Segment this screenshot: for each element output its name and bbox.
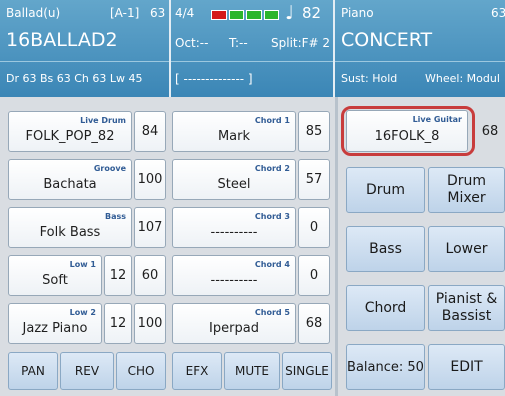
wheel-mode: Wheel: Modul	[425, 72, 500, 85]
panel-divider	[335, 97, 338, 396]
style-name: 16BALLAD2	[6, 29, 118, 51]
track-category: Chord 1	[254, 116, 290, 125]
transpose-value: T:--	[229, 36, 248, 50]
sustain-mode: Sust: Hold	[341, 72, 398, 85]
time-signature: 4/4	[175, 6, 195, 20]
track-chord3-button[interactable]: Chord 3 ----------	[172, 207, 296, 248]
track-voice-name: FOLK_POP_82	[25, 129, 115, 144]
style-number: 63	[150, 6, 166, 20]
track-voice-name: Iperpad	[209, 321, 259, 336]
tempo-panel[interactable]: 4/4 ♩ 82 Oct:-- T:-- Split:F# 2 [ ------…	[171, 0, 335, 97]
divider	[171, 61, 333, 62]
split-value: Split:F# 2	[271, 36, 331, 50]
track-volume-low2[interactable]: 100	[134, 303, 166, 344]
chord-button[interactable]: Chord	[346, 285, 425, 331]
track-voice-name: Folk Bass	[39, 225, 101, 240]
track-category: Chord 5	[254, 308, 290, 317]
divider	[0, 61, 169, 62]
beat-led-3	[246, 10, 262, 20]
single-button[interactable]: SINGLE	[282, 352, 332, 390]
track-low1-button[interactable]: Low 1 Soft	[8, 255, 102, 296]
track-volume-groove[interactable]: 100	[134, 159, 166, 200]
track-voice-name: 16FOLK_8	[374, 129, 440, 144]
track-volume-chord3[interactable]: 0	[298, 207, 330, 248]
track-bass-button[interactable]: Bass Folk Bass	[8, 207, 132, 248]
divider	[335, 61, 505, 62]
track-octave-low1[interactable]: 12	[104, 255, 132, 296]
tempo-value: 82	[302, 4, 322, 22]
track-volume-live-drum[interactable]: 84	[134, 111, 166, 152]
style-group-label: Ballad(u)	[6, 6, 61, 20]
chord-display: [ -------------- ]	[175, 72, 253, 86]
track-live-guitar-button[interactable]: Live Guitar 16FOLK_8	[346, 110, 468, 152]
reverb-button[interactable]: REV	[60, 352, 114, 390]
lower-button[interactable]: Lower	[428, 226, 505, 272]
drum-button[interactable]: Drum	[346, 167, 425, 213]
voice-number: 63	[491, 6, 505, 20]
track-category: Low 2	[69, 308, 96, 317]
bass-button[interactable]: Bass	[346, 226, 425, 272]
chorus-button[interactable]: CHO	[116, 352, 166, 390]
track-volume-chord1[interactable]: 85	[298, 111, 330, 152]
track-voice-name: Jazz Piano	[22, 321, 88, 336]
track-category: Chord 2	[254, 164, 290, 173]
beat-indicator	[211, 10, 279, 20]
track-voice-name: Soft	[42, 273, 68, 288]
beat-led-1	[211, 10, 227, 20]
track-chord5-button[interactable]: Chord 5 Iperpad	[172, 303, 296, 344]
voice-info-panel[interactable]: Piano 63 CONCERT Sust: Hold Wheel: Modul	[335, 0, 505, 97]
mute-button[interactable]: MUTE	[224, 352, 280, 390]
track-low2-button[interactable]: Low 2 Jazz Piano	[8, 303, 102, 344]
track-volume-chord2[interactable]: 57	[298, 159, 330, 200]
track-live-drum-button[interactable]: Live Drum FOLK_POP_82	[8, 111, 132, 152]
track-category: Bass	[104, 212, 126, 221]
track-category: Live Drum	[80, 116, 126, 125]
voice-group-label: Piano	[341, 6, 374, 20]
track-chord2-button[interactable]: Chord 2 Steel	[172, 159, 296, 200]
track-voice-name: ----------	[210, 273, 258, 288]
track-category: Chord 3	[254, 212, 290, 221]
track-volume-bass[interactable]: 107	[134, 207, 166, 248]
track-voice-name: ----------	[210, 225, 258, 240]
track-voice-name: Steel	[217, 177, 251, 192]
beat-led-2	[228, 10, 244, 20]
header-bar: Ballad(u) [A-1] 63 16BALLAD2 Dr 63 Bs 63…	[0, 0, 505, 97]
balance-button[interactable]: Balance: 50	[346, 344, 425, 390]
voice-name: CONCERT	[341, 29, 433, 51]
track-volume-chord5[interactable]: 68	[298, 303, 330, 344]
beat-led-4	[263, 10, 279, 20]
effects-button[interactable]: EFX	[172, 352, 222, 390]
track-chord4-button[interactable]: Chord 4 ----------	[172, 255, 296, 296]
track-voice-name: Bachata	[43, 177, 97, 192]
note-icon: ♩	[285, 2, 294, 24]
track-voice-name: Mark	[217, 129, 251, 144]
track-category: Low 1	[69, 260, 96, 269]
pan-button[interactable]: PAN	[8, 352, 58, 390]
track-octave-low2[interactable]: 12	[104, 303, 132, 344]
track-groove-button[interactable]: Groove Bachata	[8, 159, 132, 200]
track-chord1-button[interactable]: Chord 1 Mark	[172, 111, 296, 152]
track-category: Groove	[93, 164, 126, 173]
style-info-panel[interactable]: Ballad(u) [A-1] 63 16BALLAD2 Dr 63 Bs 63…	[0, 0, 171, 97]
edit-button[interactable]: EDIT	[428, 344, 505, 390]
style-bank-label: [A-1]	[110, 6, 140, 20]
track-volume-chord4[interactable]: 0	[298, 255, 330, 296]
track-category: Live Guitar	[412, 115, 462, 124]
track-category: Chord 4	[254, 260, 290, 269]
style-volumes: Dr 63 Bs 63 Ch 63 Lw 45	[6, 72, 143, 85]
octave-value: Oct:--	[175, 36, 209, 50]
track-volume-live-guitar[interactable]: 68	[476, 110, 504, 152]
track-volume-low1[interactable]: 60	[134, 255, 166, 296]
pianist-bassist-button[interactable]: Pianist & Bassist	[428, 285, 505, 331]
drum-mixer-button[interactable]: Drum Mixer	[428, 167, 505, 213]
